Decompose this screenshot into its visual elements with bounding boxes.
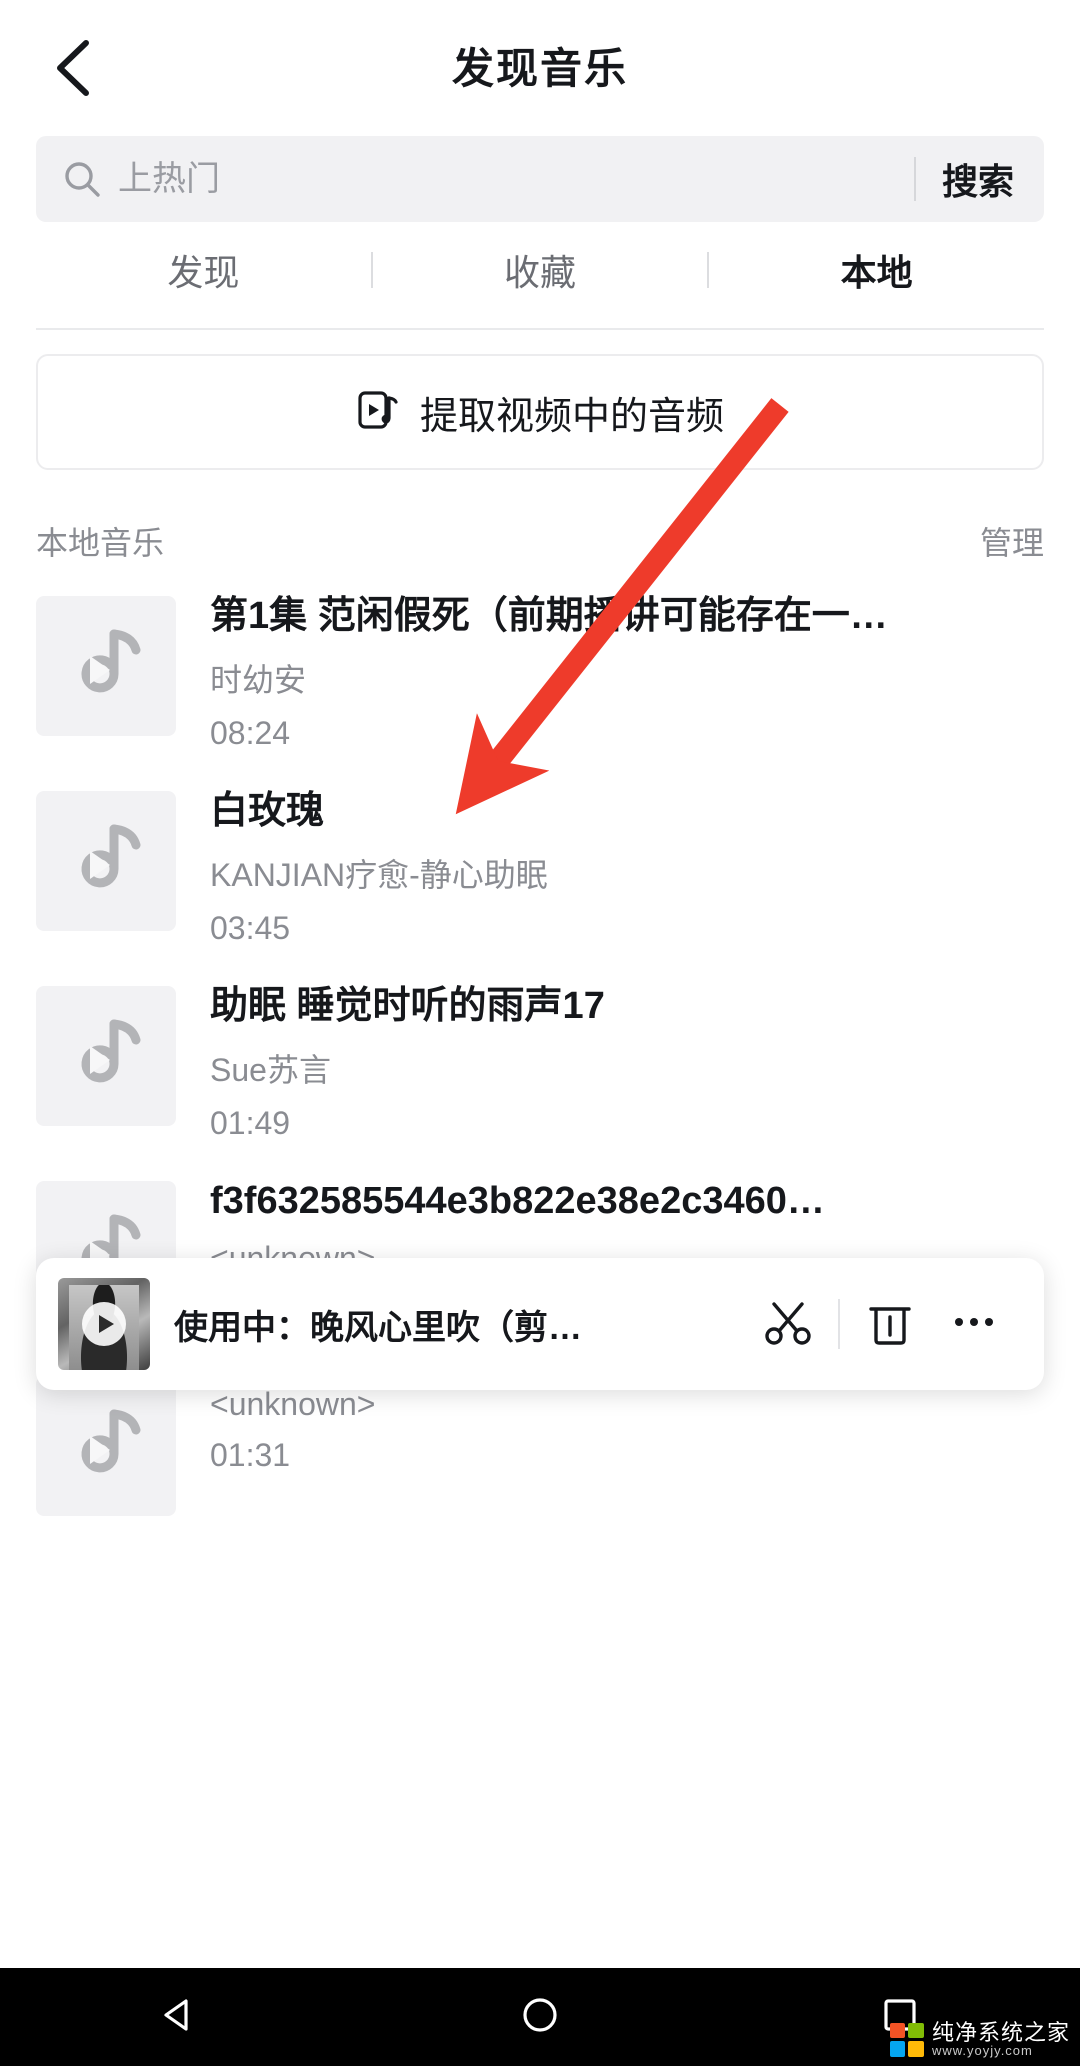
song-title: 助眠 睡觉时听的雨声17 <box>210 985 605 1027</box>
watermark: 纯净系统之家 www.yoyjy.com <box>889 2020 1070 2059</box>
local-music-section-header: 本地音乐 管理 <box>36 518 1044 564</box>
table-row[interactable]: 白玫瑰 KANJIAN疗愈-静心助眠 03:45 <box>0 783 1080 978</box>
local-music-list: 第1集 范闲假死（前期播讲可能存在一… 时幼安 08:24 白玫瑰 KANJIA… <box>0 588 1080 1588</box>
song-title: f3f632585544e3b822e38e2c3460… <box>210 1180 825 1222</box>
search-divider <box>913 157 916 201</box>
extract-audio-label: 提取视频中的音频 <box>419 395 724 438</box>
search-bar[interactable]: 搜索 <box>36 136 1044 222</box>
trash-icon <box>864 1296 916 1353</box>
tab-local[interactable]: 本地 <box>709 244 1044 296</box>
manage-link[interactable]: 管理 <box>980 518 1044 564</box>
watermark-url: www.yoyjy.com <box>931 2043 1033 2059</box>
ellipsis-icon <box>952 1312 996 1337</box>
song-thumbnail <box>36 596 176 736</box>
nav-home-button[interactable] <box>480 1968 600 2066</box>
song-artist: <unknown> <box>210 1386 376 1422</box>
table-row[interactable]: 第1集 范闲假死（前期播讲可能存在一… 时幼安 08:24 <box>0 588 1080 783</box>
extract-audio-button[interactable]: 提取视频中的音频 <box>36 354 1044 470</box>
back-triangle-icon <box>158 1993 202 2042</box>
song-title: 第1集 范闲假死（前期播讲可能存在一… <box>210 595 888 637</box>
song-duration: 01:31 <box>210 1437 291 1473</box>
video-music-icon <box>356 388 400 437</box>
more-options-button[interactable] <box>932 1282 1016 1366</box>
table-row[interactable]: <unknown> 01:31 <box>0 1368 1080 1563</box>
song-duration: 08:24 <box>210 715 291 752</box>
home-circle-icon <box>518 1993 562 2042</box>
song-thumbnail <box>36 791 176 931</box>
music-note-icon <box>81 1409 141 1473</box>
music-note-icon <box>81 1019 141 1083</box>
chevron-left-icon <box>52 37 96 99</box>
tab-discover[interactable]: 发现 <box>36 244 371 296</box>
search-icon <box>62 159 102 199</box>
tab-bar: 发现 收藏 本地 <box>36 222 1044 330</box>
windows-logo-icon <box>889 2022 924 2057</box>
cut-audio-button[interactable] <box>746 1282 830 1366</box>
song-thumbnail <box>36 986 176 1126</box>
player-divider <box>838 1299 840 1349</box>
now-playing-label: 使用中：晚风心里吹（剪… <box>174 1308 582 1347</box>
watermark-title: 纯净系统之家 <box>931 2020 1070 2046</box>
now-playing-bar[interactable]: 使用中：晚风心里吹（剪… <box>36 1258 1044 1390</box>
page-title: 发现音乐 <box>451 44 628 92</box>
play-icon[interactable] <box>82 1302 126 1346</box>
tab-underline <box>36 328 1044 330</box>
song-title: 白玫瑰 <box>210 790 325 832</box>
tab-favorites[interactable]: 收藏 <box>373 244 708 296</box>
back-button[interactable] <box>34 28 114 108</box>
song-artist: 时幼安 <box>210 662 307 699</box>
search-button[interactable]: 搜索 <box>942 153 1018 205</box>
music-note-icon <box>81 824 141 888</box>
music-note-icon <box>81 629 141 693</box>
table-row[interactable]: 助眠 睡觉时听的雨声17 Sue苏言 01:49 <box>0 978 1080 1173</box>
now-playing-thumbnail[interactable] <box>58 1278 150 1370</box>
delete-button[interactable] <box>848 1282 932 1366</box>
song-duration: 03:45 <box>210 910 291 947</box>
song-artist: KANJIAN疗愈-静心助眠 <box>210 857 548 894</box>
song-artist: Sue苏言 <box>210 1052 331 1089</box>
search-input[interactable] <box>118 159 904 199</box>
app-header: 发现音乐 <box>0 0 1080 130</box>
section-title: 本地音乐 <box>36 525 165 561</box>
song-duration: 01:49 <box>210 1105 291 1142</box>
song-thumbnail <box>36 1376 176 1516</box>
scissors-icon <box>762 1296 814 1353</box>
nav-back-button[interactable] <box>120 1968 240 2066</box>
